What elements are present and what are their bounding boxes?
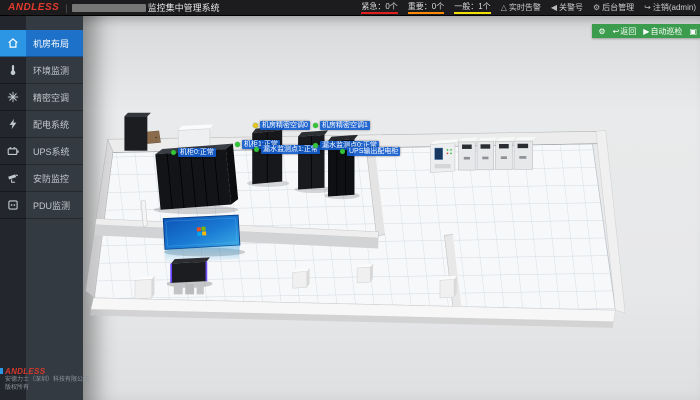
footer-accent-dot <box>0 368 3 374</box>
footer-copyright: 版权所有 <box>5 384 83 392</box>
control-cabinet <box>430 139 458 172</box>
major-underline <box>408 12 444 14</box>
tag-cabinet-0[interactable]: 机柜0:正常 <box>171 148 216 157</box>
floor-box-1 <box>135 276 154 299</box>
main-viewport[interactable]: ⚙ ↩返回 ▶自动巡检 ▣ <box>83 16 700 400</box>
general-underline <box>454 12 490 14</box>
socket-icon <box>7 199 19 211</box>
sidebar-item-ups[interactable]: UPS系统 <box>0 138 83 165</box>
topbar-right: 紧急：0个 重要：0个 一般：1个 △ 实时告警 ◀ 关警号 ⚙ 后台管理 <box>361 2 700 14</box>
sidebar-item-power-distribution[interactable]: 配电系统 <box>0 111 83 138</box>
logo-divider: | <box>65 3 67 13</box>
redacted-text-block <box>72 4 146 12</box>
footer-brand-logo: ANDLESS <box>5 367 83 376</box>
critical-underline <box>361 12 397 14</box>
bolt-icon <box>7 118 19 130</box>
play-icon: ▶ <box>643 27 649 36</box>
logout-link[interactable]: ↪ 注销(admin) <box>644 2 696 13</box>
layers-icon[interactable]: ▣ <box>689 27 697 36</box>
alarm-counter-major[interactable]: 重要：0个 <box>408 2 444 14</box>
tag-precision-ac-1[interactable]: 机房精密空调1 <box>313 121 370 130</box>
status-dot <box>253 123 258 128</box>
sidebar-menu: 机房布局 环境监测 精密空调 配电系统 <box>0 30 83 219</box>
mute-alarm-link[interactable]: ◀ 关警号 <box>551 2 583 13</box>
tag-precision-ac-0[interactable]: 机房精密空调0 <box>253 121 310 130</box>
sidebar-item-pdu[interactable]: PDU监测 <box>0 192 83 219</box>
back-arrow-icon: ↩ <box>613 27 620 36</box>
tag-leak-sensor-1[interactable]: 漏水监测点1:正常 <box>254 145 320 154</box>
brand-logo: ANDLESS <box>8 2 59 13</box>
sidebar: 机房布局 环境监测 精密空调 配电系统 <box>0 16 83 400</box>
snowflake-icon <box>7 91 19 103</box>
battery-cabinet-row <box>458 137 536 170</box>
auto-patrol-button[interactable]: ▶自动巡检 <box>643 26 682 37</box>
alarm-counter-general[interactable]: 一般：1个 <box>454 2 490 14</box>
app-title: 监控集中管理系统 <box>148 1 220 14</box>
realtime-alarm-link[interactable]: △ 实时告警 <box>501 2 541 13</box>
sidebar-item-precision-ac[interactable]: 精密空调 <box>0 84 83 111</box>
status-dot <box>235 142 240 147</box>
sidebar-item-environment[interactable]: 环境监测 <box>0 57 83 84</box>
sidebar-item-security[interactable]: 安防监控 <box>0 165 83 192</box>
sidebar-footer: ANDLESS 安德力士（深圳）科技有限公司 版权所有 <box>5 367 83 392</box>
crac-unit-top <box>178 124 213 149</box>
view-toolbar: ⚙ ↩返回 ▶自动巡检 ▣ <box>592 24 700 38</box>
mute-speaker-icon: ◀ <box>551 3 557 12</box>
status-dot <box>171 150 176 155</box>
floor-box-4 <box>440 276 457 298</box>
floor-box-3 <box>357 264 373 283</box>
floor-box-2 <box>293 268 310 288</box>
thermometer-icon <box>7 64 19 76</box>
home-icon <box>7 37 19 49</box>
settings-gear-icon[interactable]: ⚙ <box>598 27 605 36</box>
logout-icon: ↪ <box>644 3 651 12</box>
sidebar-item-room-layout[interactable]: 机房布局 <box>0 30 83 57</box>
room-3d-view <box>83 16 700 400</box>
alarm-bell-icon: △ <box>501 3 507 12</box>
status-dot <box>254 147 259 152</box>
status-dot <box>313 143 318 148</box>
cctv-camera-icon <box>7 172 19 184</box>
status-dot <box>313 123 318 128</box>
video-wall-screen <box>163 215 245 263</box>
battery-icon <box>7 145 19 157</box>
alarm-counter-critical[interactable]: 紧急：0个 <box>361 2 397 14</box>
app-window: ANDLESS | 监控集中管理系统 紧急：0个 重要：0个 一般：1个 △ 实… <box>0 0 700 400</box>
rack-behind-wall <box>124 113 150 151</box>
top-bar: ANDLESS | 监控集中管理系统 紧急：0个 重要：0个 一般：1个 △ 实… <box>0 0 700 16</box>
gear-icon: ⚙ <box>593 3 600 12</box>
tag-ups-output-cabinet[interactable]: UPS输出配电柜 <box>340 147 400 156</box>
back-button[interactable]: ↩返回 <box>613 26 637 37</box>
admin-console-link[interactable]: ⚙ 后台管理 <box>593 2 634 13</box>
footer-company: 安德力士（深圳）科技有限公司 <box>5 376 83 384</box>
status-dot <box>340 149 345 154</box>
